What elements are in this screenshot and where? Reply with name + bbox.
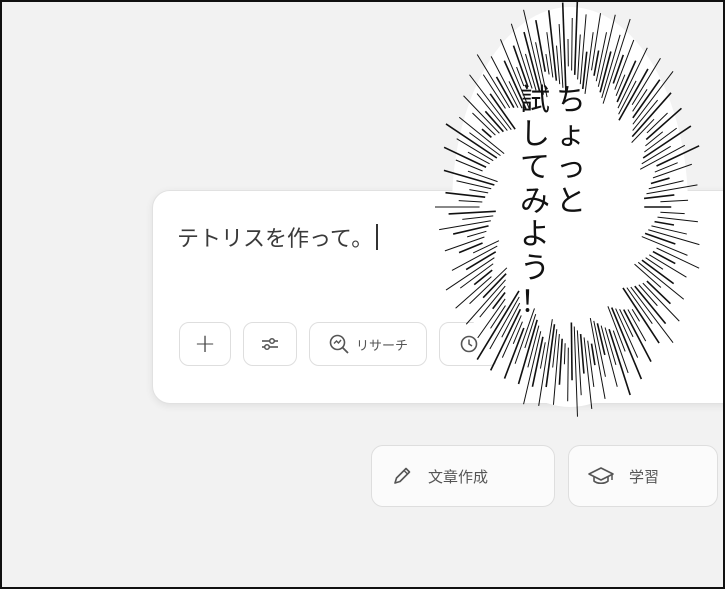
suggestion-learn-label: 学習 <box>629 467 660 486</box>
speech-char: と <box>556 183 586 219</box>
speech-char: ！ <box>520 284 550 320</box>
speech-char: て <box>520 150 550 186</box>
suggestion-learn-button[interactable]: 学習 <box>568 445 718 507</box>
speech-char: ょ <box>556 116 586 152</box>
speech-char: う <box>520 250 550 286</box>
settings-button[interactable] <box>243 322 297 366</box>
plus-icon: + <box>194 329 216 359</box>
sliders-icon <box>262 337 278 351</box>
prompt-text: テトリスを作って。 <box>177 227 374 252</box>
speech-char: よ <box>520 217 550 253</box>
speech-line-2: 試してみよう！ <box>520 84 550 319</box>
research-label: リサーチ <box>355 338 408 354</box>
graduation-cap-icon <box>588 467 614 485</box>
research-search-icon <box>329 334 349 354</box>
speech-bubble-text: ちょっと 試してみよう！ <box>520 84 586 319</box>
burst-line <box>570 322 573 381</box>
text-caret <box>376 224 379 250</box>
speech-line-1: ちょっと <box>556 84 586 319</box>
speech-char: ち <box>556 83 586 118</box>
burst-line <box>571 18 573 71</box>
suggestion-write-label: 文章作成 <box>428 467 489 486</box>
speech-char: 試 <box>520 83 550 118</box>
speech-char: っ <box>556 150 586 186</box>
comic-panel: テトリスを作って。 + リサーチ 文章作成 学習 ち ょ っ と 試 し て み… <box>0 0 725 589</box>
research-button[interactable]: リサーチ <box>309 322 427 366</box>
suggestion-write-button[interactable]: 文章作成 <box>371 445 555 507</box>
speech-char: み <box>520 183 550 219</box>
add-button[interactable]: + <box>179 322 231 366</box>
burst-line <box>567 347 569 402</box>
speech-char: し <box>520 116 550 152</box>
pencil-icon <box>394 467 411 484</box>
suggestion-chips: 文章作成 学習 <box>371 445 718 507</box>
prompt-input[interactable]: テトリスを作って。 <box>177 221 379 253</box>
